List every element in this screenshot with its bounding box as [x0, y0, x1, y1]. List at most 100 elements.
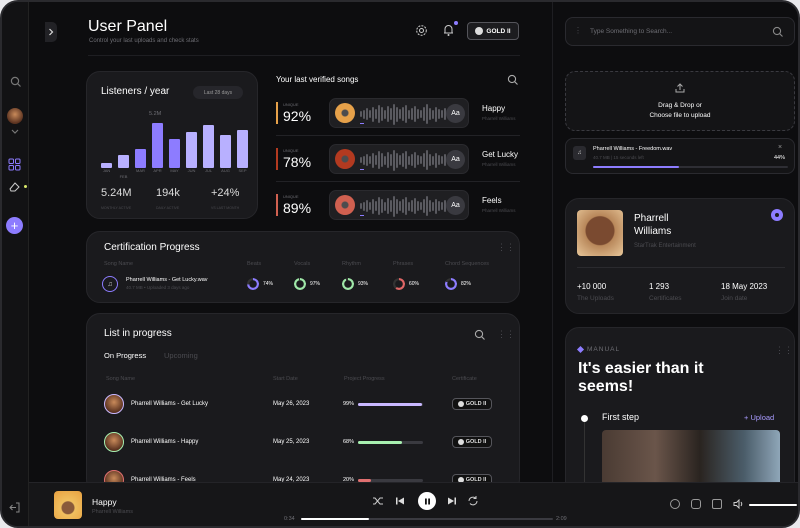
pause-button[interactable]: [418, 492, 436, 510]
progress-ring: [393, 278, 405, 290]
artist-stat-value: +10 000: [577, 282, 607, 291]
medal-icon: [457, 401, 464, 407]
song-artist: Pharrell Williams: [482, 116, 516, 121]
timeline-dot: [581, 415, 588, 422]
song-artist: Pharrell Williams: [482, 162, 516, 167]
search-box[interactable]: ⋮ Type Something to Search...: [565, 17, 795, 46]
progress-ring: [342, 278, 354, 290]
cert-col-header: Rhythm: [342, 261, 361, 267]
stat-label: DAILY ACTIVE: [156, 206, 180, 210]
certification-card: Certification Progress ⋮⋮ Song Name ♫ Ph…: [86, 231, 520, 303]
search-icon[interactable]: [7, 73, 25, 91]
cert-col-pct: 93%: [358, 281, 369, 287]
song-name: Get Lucky: [482, 150, 519, 159]
add-button[interactable]: +: [6, 217, 23, 234]
col-start-date: Start Date: [273, 376, 298, 382]
listeners-bar-chart: [101, 118, 248, 168]
volume-slider[interactable]: [749, 504, 797, 506]
listener-stats: 5.24M MONTHLY ACTIVE 194k DAILY ACTIVE +24% V…: [101, 187, 251, 215]
settings-icon[interactable]: [415, 24, 428, 37]
certificate-badge[interactable]: GOLD II: [452, 398, 492, 410]
row-song-name: Pharrell Williams - Get Lucky: [131, 401, 209, 407]
col-song-name: Song Name: [106, 376, 136, 382]
chart-bar: [203, 125, 214, 168]
track-artist: Pharrell Williams: [92, 509, 133, 515]
stat-value: 194k: [156, 187, 180, 199]
diamond-icon: [576, 345, 585, 354]
cert-song-name: Pharrell Williams - Get Lucky.wav: [126, 277, 208, 283]
month-label: JUN: [187, 168, 196, 173]
stat-label: MONTHLY ACTIVE: [101, 206, 132, 210]
tab-upcoming[interactable]: Upcoming: [164, 351, 198, 360]
speed-icon[interactable]: [670, 499, 680, 509]
artist-stat-label: Join date: [721, 295, 748, 302]
drag-handle-icon[interactable]: ⋮⋮: [497, 242, 515, 253]
month-axis: JAN FEB MAR APR MAY JUN JUL AUG SEP: [101, 168, 247, 179]
song-cover: [335, 149, 355, 169]
divider: [552, 2, 553, 492]
font-sample-button[interactable]: Aa: [446, 196, 465, 215]
volume-icon[interactable]: [733, 499, 744, 509]
month-label: JAN: [102, 168, 111, 173]
song-file-icon: ♫: [102, 276, 118, 292]
seek-bar[interactable]: [301, 518, 553, 520]
chevron-down-icon[interactable]: [10, 128, 20, 136]
row-progress-bar: [358, 441, 423, 444]
song-waveform[interactable]: Aa: [329, 144, 469, 174]
cert-col-header: Vocals: [294, 261, 311, 267]
month-label: AUG: [221, 168, 230, 173]
certificate-badge[interactable]: GOLD II: [452, 436, 492, 448]
track-art: [54, 491, 82, 519]
month-label: FEB: [119, 174, 128, 179]
collapse-sidebar-button[interactable]: [45, 22, 57, 42]
track-title: Happy: [92, 497, 117, 507]
step-label: First step: [602, 412, 640, 422]
chart-bar: [186, 132, 197, 168]
search-icon[interactable]: [772, 26, 784, 38]
row-avatar: [104, 432, 124, 452]
header-divider: [88, 55, 520, 56]
shuffle-icon[interactable]: [372, 496, 384, 506]
lyrics-icon[interactable]: [712, 499, 722, 509]
equalizer-icon[interactable]: [691, 499, 701, 509]
total-time: 2:09: [556, 516, 567, 522]
avatar[interactable]: [7, 108, 23, 124]
font-sample-button[interactable]: Aa: [446, 150, 465, 169]
range-select[interactable]: Last 28 days: [193, 86, 243, 99]
close-icon[interactable]: ×: [778, 144, 782, 151]
song-time: [360, 169, 364, 170]
chart-bar: [220, 135, 231, 168]
cert-col-header: Phrases: [393, 261, 414, 267]
next-icon[interactable]: [447, 496, 457, 506]
profile-toggle[interactable]: [771, 209, 783, 221]
bell-icon[interactable]: [442, 23, 455, 37]
month-label: MAY: [170, 168, 179, 173]
rank-badge[interactable]: GOLD II: [467, 22, 519, 40]
font-sample-button[interactable]: Aa: [446, 104, 465, 123]
song-waveform[interactable]: Aa: [329, 98, 469, 128]
drag-handle-icon[interactable]: ⋮⋮: [775, 345, 793, 356]
upload-link[interactable]: + Upload: [744, 413, 774, 422]
song-waveform[interactable]: Aa: [329, 190, 469, 220]
list-title: List in progress: [104, 328, 172, 339]
song-accent: [276, 102, 278, 124]
tab-on-progress[interactable]: On Progress: [104, 351, 146, 360]
grid-icon[interactable]: [8, 158, 21, 171]
cert-col-pct: 97%: [310, 281, 321, 287]
chart-bar: [237, 130, 248, 168]
previous-icon[interactable]: [395, 496, 405, 506]
song-match-pct: 92%: [283, 108, 312, 124]
song-tag: UNIQUE: [283, 102, 299, 107]
player-bar: Happy Pharrell Williams 0:34 2:09: [29, 482, 798, 526]
month-label: SEP: [238, 168, 247, 173]
search-icon[interactable]: [507, 74, 519, 86]
logout-icon[interactable]: [8, 501, 21, 514]
song-tag: UNIQUE: [283, 148, 299, 153]
cert-col-header: Chord Sequences: [445, 261, 490, 267]
repeat-icon[interactable]: [467, 495, 479, 507]
search-icon[interactable]: [474, 329, 486, 341]
waveform-bars: [360, 149, 446, 171]
eraser-icon[interactable]: [8, 180, 21, 193]
upload-dropzone[interactable]: Drag & Drop or Choose file to upload: [565, 71, 795, 131]
drag-handle-icon[interactable]: ⋮⋮: [497, 329, 515, 340]
